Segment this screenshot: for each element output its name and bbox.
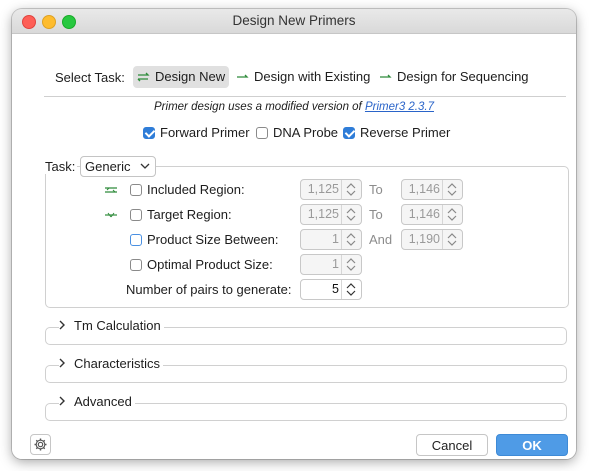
tab-design-with-existing-label: Design with Existing (254, 69, 371, 84)
target-region-label: Target Region: (147, 207, 232, 222)
settings-gear-icon (34, 438, 47, 451)
chevron-down-icon (140, 163, 150, 169)
chevron-right-icon (59, 396, 65, 406)
target-region-to-label: To (369, 207, 383, 222)
stepper-arrows-icon[interactable] (442, 180, 462, 199)
product-size-between-checkbox[interactable] (130, 234, 142, 246)
product-size-min-stepper[interactable]: 1 (300, 229, 362, 250)
tab-design-new[interactable]: Design New (133, 66, 230, 89)
forward-primer-checkbox[interactable] (143, 127, 155, 139)
tab-design-for-sequencing[interactable]: Design for Sequencing (375, 66, 533, 88)
primer-arrow-icon (236, 67, 250, 89)
reverse-primer-checkbox[interactable] (343, 127, 355, 139)
chevron-right-icon (59, 358, 65, 368)
reverse-primer-label: Reverse Primer (360, 125, 451, 140)
included-region-to-value: 1,146 (408, 182, 440, 196)
select-task-label: Select Task: (55, 70, 125, 85)
tab-design-with-existing[interactable]: Design with Existing (232, 66, 374, 88)
product-size-max-stepper[interactable]: 1,190 (401, 229, 463, 250)
optimal-product-size-label: Optimal Product Size: (147, 257, 273, 272)
dna-probe-checkbox[interactable] (256, 127, 268, 139)
included-region-from-value: 1,125 (307, 182, 339, 196)
pairs-stepper[interactable]: 5 (300, 279, 362, 300)
dna-probe-label: DNA Probe (273, 125, 339, 140)
stepper-arrows-icon[interactable] (341, 205, 361, 224)
stepper-arrows-icon[interactable] (442, 205, 462, 224)
dialog-content: Select Task: Design New Design with Exis… (12, 34, 576, 459)
section-header[interactable]: Advanced (59, 394, 135, 409)
primer-arrow-icon (137, 67, 151, 89)
section-header[interactable]: Characteristics (59, 356, 163, 371)
dialog-window: Design New Primers Select Task: Design N… (12, 9, 576, 459)
stepper-arrows-icon[interactable] (341, 280, 361, 299)
target-region-icon (105, 212, 117, 218)
primer3-info-text: Primer design uses a modified version of (154, 101, 365, 113)
section-advanced[interactable]: Advanced (45, 394, 567, 421)
primer-arrow-icon (379, 67, 393, 89)
primer3-info: Primer design uses a modified version of… (12, 101, 576, 113)
task-type-select[interactable]: Generic (80, 156, 156, 177)
stepper-arrows-icon[interactable] (341, 230, 361, 249)
primer3-link[interactable]: Primer3 2.3.7 (365, 101, 434, 113)
included-region-icon (105, 187, 117, 193)
title-bar: Design New Primers (12, 9, 576, 34)
tab-design-for-sequencing-label: Design for Sequencing (397, 69, 529, 84)
included-region-to-stepper[interactable]: 1,146 (401, 179, 463, 200)
tab-design-new-label: Design New (155, 69, 226, 84)
target-region-from-stepper[interactable]: 1,125 (300, 204, 362, 225)
window-title: Design New Primers (232, 13, 356, 28)
included-region-from-stepper[interactable]: 1,125 (300, 179, 362, 200)
cancel-button[interactable]: Cancel (416, 434, 488, 456)
product-size-max-value: 1,190 (408, 232, 440, 246)
pairs-label: Number of pairs to generate: (126, 282, 292, 297)
stepper-arrows-icon[interactable] (341, 180, 361, 199)
task-type-value: Generic (85, 159, 131, 174)
section-tm-calculation[interactable]: Tm Calculation (45, 318, 567, 345)
optimal-product-size-value: 1 (332, 257, 339, 271)
section-advanced-label: Advanced (74, 394, 132, 409)
divider (44, 96, 566, 97)
included-region-to-label: To (369, 182, 383, 197)
product-size-min-value: 1 (332, 232, 339, 246)
stepper-arrows-icon[interactable] (341, 255, 361, 274)
target-region-to-value: 1,146 (408, 207, 440, 221)
section-header[interactable]: Tm Calculation (59, 318, 164, 333)
section-tm-calculation-label: Tm Calculation (74, 318, 161, 333)
settings-button[interactable] (30, 434, 51, 455)
task-label: Task: (45, 159, 78, 174)
target-region-checkbox[interactable] (130, 209, 142, 221)
optimal-product-size-stepper[interactable]: 1 (300, 254, 362, 275)
section-characteristics[interactable]: Characteristics (45, 356, 567, 383)
target-region-to-stepper[interactable]: 1,146 (401, 204, 463, 225)
product-size-between-label: Product Size Between: (147, 232, 279, 247)
forward-primer-label: Forward Primer (160, 125, 250, 140)
pairs-value: 5 (332, 282, 339, 296)
optimal-product-size-checkbox[interactable] (130, 259, 142, 271)
section-characteristics-label: Characteristics (74, 356, 160, 371)
ok-button[interactable]: OK (496, 434, 568, 456)
product-size-and-label: And (369, 232, 393, 247)
included-region-checkbox[interactable] (130, 184, 142, 196)
chevron-right-icon (59, 320, 65, 330)
included-region-label: Included Region: (147, 182, 245, 197)
target-region-from-value: 1,125 (307, 207, 339, 221)
stepper-arrows-icon[interactable] (442, 230, 462, 249)
